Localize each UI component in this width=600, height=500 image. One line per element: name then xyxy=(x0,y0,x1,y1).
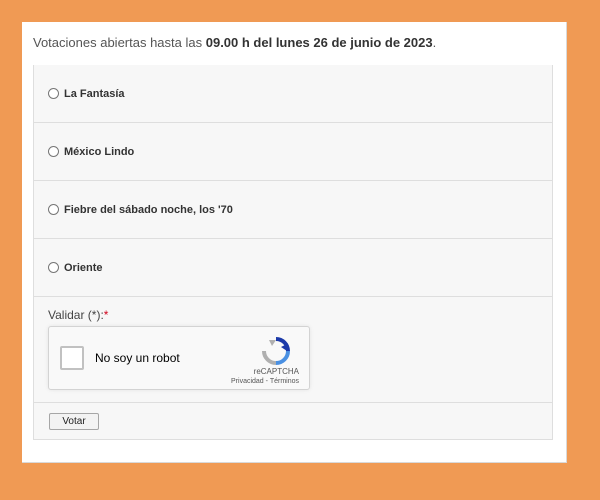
privacy-link[interactable]: Privacidad xyxy=(231,378,264,385)
recaptcha-brand: reCAPTCHA xyxy=(253,367,299,376)
option-oriente[interactable]: Oriente xyxy=(34,239,552,297)
voting-deadline-text: Votaciones abiertas hasta las 09.00 h de… xyxy=(33,35,437,50)
option-fiebre-sabado-noche[interactable]: Fiebre del sábado noche, los '70 xyxy=(34,181,552,239)
recaptcha-checkbox[interactable] xyxy=(60,346,84,370)
option-la-fantasia[interactable]: La Fantasía xyxy=(34,65,552,123)
recaptcha-checkbox-label: No soy un robot xyxy=(95,351,180,365)
radio-button[interactable] xyxy=(48,88,59,99)
recaptcha-links: Privacidad - Términos xyxy=(231,378,299,385)
vote-button[interactable]: Votar xyxy=(49,413,99,430)
radio-button[interactable] xyxy=(48,262,59,273)
option-label: La Fantasía xyxy=(64,87,125,100)
poll-form: La Fantasía México Lindo Fiebre del sába… xyxy=(33,65,553,440)
option-label: México Lindo xyxy=(64,145,135,158)
recaptcha-logo-icon xyxy=(262,337,290,365)
radio-button[interactable] xyxy=(48,204,59,215)
option-label: Fiebre del sábado noche, los '70 xyxy=(64,203,233,216)
validate-label: Validar (*):* xyxy=(48,308,109,322)
option-label: Oriente xyxy=(64,261,103,274)
terms-link[interactable]: Términos xyxy=(270,378,299,385)
required-mark: * xyxy=(103,308,109,322)
deadline: 09.00 h del lunes 26 de junio de 2023 xyxy=(205,35,433,50)
radio-button[interactable] xyxy=(48,146,59,157)
submit-row: Votar xyxy=(34,402,552,439)
recaptcha-widget: No soy un robot reCAPTCHA Privacidad - T… xyxy=(48,326,310,390)
option-mexico-lindo[interactable]: México Lindo xyxy=(34,123,552,181)
poll-card: Votaciones abiertas hasta las 09.00 h de… xyxy=(22,22,567,463)
